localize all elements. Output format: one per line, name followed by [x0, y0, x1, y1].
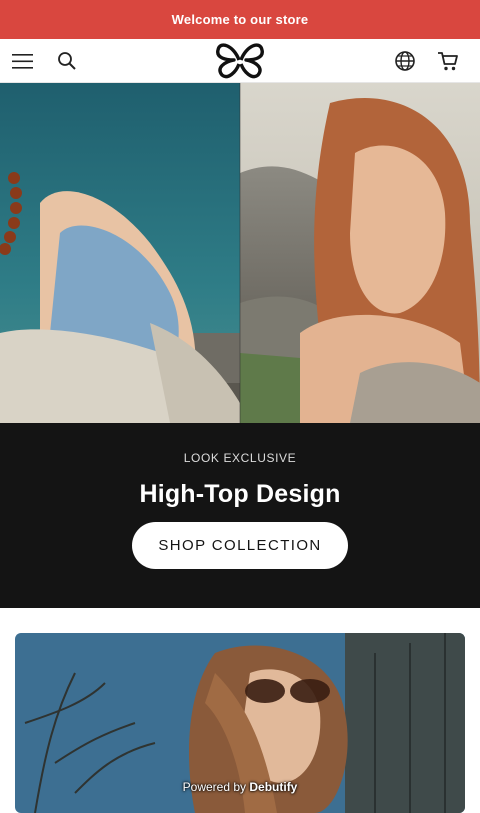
promo-banner: LOOK EXCLUSIVE High-Top Design SHOP COLL… — [0, 423, 480, 608]
menu-button[interactable] — [6, 44, 40, 78]
powered-by: Powered by Debutify — [0, 780, 480, 794]
store-logo[interactable] — [214, 42, 266, 80]
powered-prefix: Powered by — [182, 780, 247, 794]
hero-image — [0, 83, 480, 423]
announcement-text: Welcome to our store — [171, 12, 309, 27]
powered-brand-link[interactable]: Debutify — [249, 780, 297, 794]
site-header — [0, 39, 480, 83]
cart-button[interactable] — [431, 44, 465, 78]
announcement-bar: Welcome to our store — [0, 0, 480, 39]
search-button[interactable] — [50, 44, 84, 78]
banner-title: High-Top Design — [139, 480, 341, 508]
banner-eyebrow: LOOK EXCLUSIVE — [183, 451, 297, 465]
hero-photo-illustration — [0, 83, 480, 423]
search-icon — [58, 52, 76, 70]
cart-icon — [438, 52, 458, 71]
language-button[interactable] — [388, 44, 422, 78]
globe-icon — [395, 51, 415, 71]
menu-icon — [12, 54, 33, 69]
shop-collection-button[interactable]: SHOP COLLECTION — [132, 522, 348, 569]
butterfly-logo-icon — [216, 43, 264, 79]
